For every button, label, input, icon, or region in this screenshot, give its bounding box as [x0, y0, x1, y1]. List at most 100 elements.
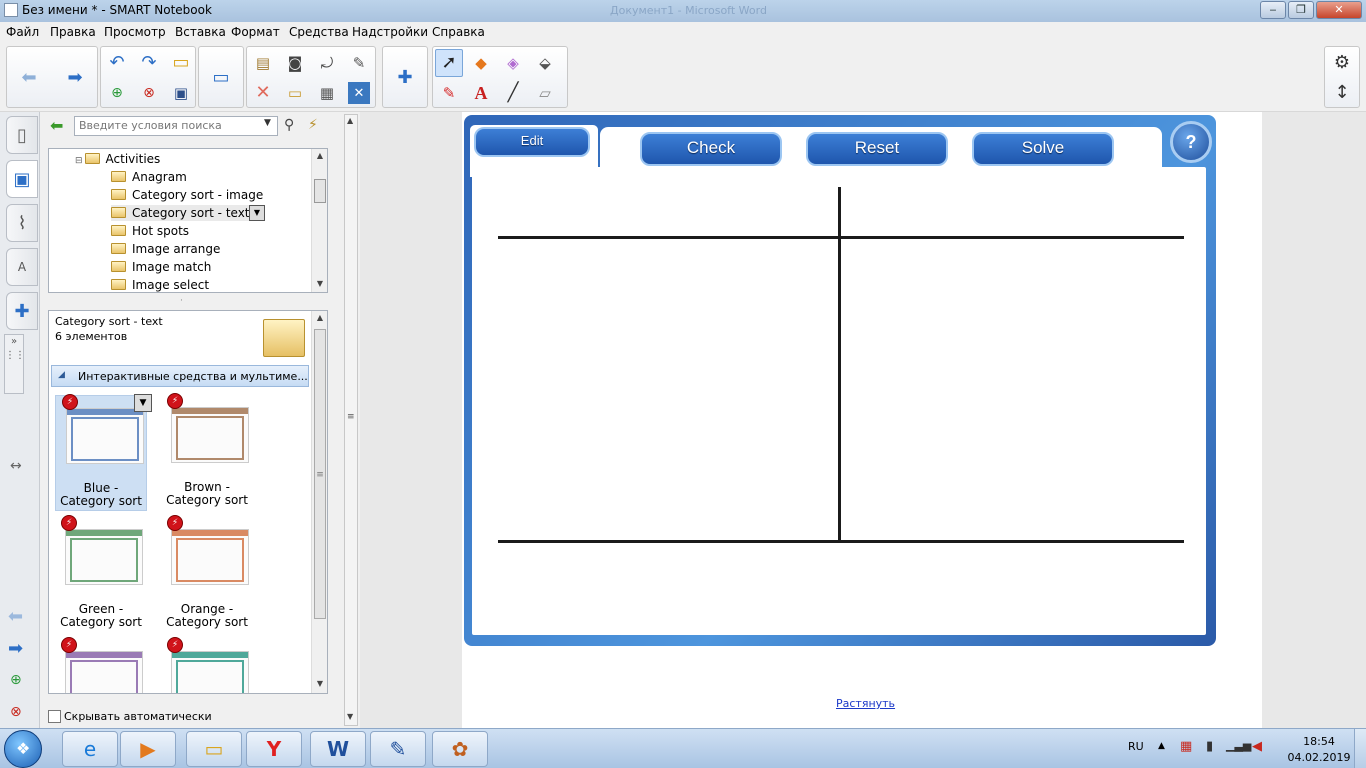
tray-expand-icon[interactable]: ▲	[1158, 741, 1165, 751]
screenshot-icon[interactable]: ◙	[281, 49, 309, 77]
tree-item-image-arrange[interactable]: Image arrange	[111, 241, 220, 257]
collapse-icon[interactable]: ⊟	[75, 156, 83, 166]
delete-page-side-icon[interactable]: ⊗	[10, 704, 22, 720]
wand-icon[interactable]: ⚡	[308, 117, 318, 133]
menu-insert[interactable]: Вставка	[175, 25, 226, 39]
menu-help[interactable]: Справка	[432, 25, 485, 39]
tree-item-hot-spots[interactable]: Hot spots	[111, 223, 189, 239]
gallery-item-orange[interactable]: ⚡ Orange - Category sort	[161, 515, 253, 633]
select-pointer-icon[interactable]: ➚	[435, 49, 463, 77]
search-dropdown-icon[interactable]: ▼	[264, 118, 271, 128]
resize-arrows-icon[interactable]: ↔	[10, 458, 22, 474]
open-folder-icon[interactable]: ▭	[167, 49, 195, 77]
media-player-taskbar-icon[interactable]: ▶	[120, 731, 176, 767]
gallery-item-blue[interactable]: ⚡ ▼ Blue - Category sort	[55, 394, 152, 511]
edit-button[interactable]: Edit	[474, 127, 590, 157]
screen-shade-icon[interactable]: ⤾	[313, 49, 341, 77]
menu-tools[interactable]: Средства	[289, 25, 349, 39]
help-button[interactable]: ?	[1170, 121, 1212, 163]
menu-addons[interactable]: Надстройки	[352, 25, 428, 39]
menu-edit[interactable]: Правка	[50, 25, 96, 39]
text-icon[interactable]: A	[467, 79, 495, 107]
puzzle-icon[interactable]: ✚	[391, 64, 419, 92]
tree-item-anagram[interactable]: Anagram	[111, 169, 187, 185]
gallery-item-purple[interactable]: ⚡	[55, 637, 147, 693]
table-icon[interactable]: ▦	[313, 79, 341, 107]
splitter-grip[interactable]: ·	[180, 296, 183, 306]
paint-taskbar-icon[interactable]: ✿	[432, 731, 488, 767]
delete-page-icon[interactable]: ⊗	[135, 79, 163, 107]
scroll-up-icon[interactable]: ▲	[312, 313, 327, 322]
volume-icon[interactable]: ◀	[1252, 739, 1262, 754]
menu-file[interactable]: Файл	[6, 25, 39, 39]
tree-item-image-match[interactable]: Image match	[111, 259, 211, 275]
start-button[interactable]: ❖	[4, 730, 42, 768]
pens-icon[interactable]: ✎	[435, 79, 463, 107]
clock-date[interactable]: 04.02.2019	[1286, 751, 1352, 764]
gallery-scrollbar[interactable]: ▲ ≡ ▼	[311, 311, 327, 693]
stretch-link[interactable]: Растянуть	[836, 697, 895, 710]
undo-icon[interactable]: ↶	[103, 49, 131, 77]
addons-tab[interactable]: ✚	[6, 292, 38, 330]
menu-view[interactable]: Просмотр	[104, 25, 166, 39]
minimize-button[interactable]: ‒	[1260, 1, 1286, 19]
prev-page-icon[interactable]: ⬅	[8, 606, 23, 627]
gallery-item-green[interactable]: ⚡ Green - Category sort	[55, 515, 147, 633]
tree-item-image-select[interactable]: Image select	[111, 277, 209, 292]
ie-taskbar-icon[interactable]: e	[62, 731, 118, 767]
next-page-icon[interactable]: ➡	[8, 638, 23, 659]
splitter-up-icon[interactable]: ▲	[347, 116, 353, 125]
signal-icon[interactable]: ▁▃▅	[1226, 739, 1251, 752]
clock-time[interactable]: 18:54	[1294, 735, 1344, 748]
strip-expand-handle[interactable]: » ⋮⋮	[4, 334, 25, 394]
panel-splitter[interactable]: ▲ ≡ ▼	[342, 112, 360, 728]
splitter-down-icon[interactable]: ▼	[347, 712, 353, 721]
solve-button[interactable]: Solve	[972, 132, 1114, 166]
item-menu-icon[interactable]: ▼	[249, 205, 265, 221]
tree-item-category-sort-image[interactable]: Category sort - image	[111, 187, 263, 203]
word-taskbar-icon[interactable]: W	[310, 731, 366, 767]
gallery-item-teal[interactable]: ⚡	[161, 637, 253, 693]
screen-icon[interactable]: ▭	[207, 64, 235, 92]
measure-icon[interactable]: ✎	[345, 49, 373, 77]
search-icon[interactable]: ⚲	[284, 117, 294, 133]
gallery-item-brown[interactable]: ⚡ Brown - Category sort	[161, 393, 253, 511]
page-sorter-tab[interactable]: ▯	[6, 116, 38, 154]
screen-shade-toggle-icon[interactable]: ▭	[281, 79, 309, 107]
scroll-up-icon[interactable]: ▲	[312, 151, 327, 160]
explorer-taskbar-icon[interactable]: ▭	[186, 731, 242, 767]
attachments-tab[interactable]: ⌇	[6, 204, 38, 242]
eraser-icon[interactable]: ▱	[531, 79, 559, 107]
close-doc-icon[interactable]: ✕	[348, 82, 370, 104]
section-header[interactable]: ◢ Интерактивные средства и мультиме...	[51, 365, 309, 387]
gear-icon[interactable]: ⚙	[1328, 49, 1356, 77]
show-desktop-button[interactable]	[1354, 729, 1366, 768]
shapes-icon[interactable]: ◆	[467, 49, 495, 77]
scroll-thumb[interactable]: ≡	[314, 329, 326, 619]
save-icon[interactable]: ▣	[167, 79, 195, 107]
add-page-icon[interactable]: ⊕	[103, 79, 131, 107]
back-arrow-icon[interactable]: ⬅	[15, 64, 43, 92]
autohide-checkbox[interactable]	[48, 710, 61, 723]
properties-tab[interactable]: A	[6, 248, 38, 286]
search-input[interactable]: Введите условия поиска	[74, 116, 278, 136]
fill-icon[interactable]: ⬙	[531, 49, 559, 77]
line-icon[interactable]: ╱	[499, 79, 527, 107]
language-indicator[interactable]: RU	[1128, 740, 1144, 753]
scroll-down-icon[interactable]: ▼	[312, 679, 327, 688]
delete-icon[interactable]: ✕	[249, 79, 277, 107]
close-button[interactable]: ✕	[1316, 1, 1362, 19]
redo-icon[interactable]: ↷	[135, 49, 163, 77]
check-button[interactable]: Check	[640, 132, 782, 166]
paste-icon[interactable]: ▤	[249, 49, 277, 77]
maximize-button[interactable]: ❐	[1288, 1, 1314, 19]
magic-pen-icon[interactable]: ◈	[499, 49, 527, 77]
battery-icon[interactable]: ▮	[1206, 739, 1213, 754]
network-icon[interactable]: ▦	[1180, 739, 1192, 754]
tree-root[interactable]: ⊟ Activities	[75, 151, 160, 167]
yandex-taskbar-icon[interactable]: Y	[246, 731, 302, 767]
reset-button[interactable]: Reset	[806, 132, 948, 166]
menu-format[interactable]: Формат	[231, 25, 280, 39]
gallery-tab[interactable]: ▣	[6, 160, 38, 198]
item-dropdown-icon[interactable]: ▼	[134, 394, 152, 412]
